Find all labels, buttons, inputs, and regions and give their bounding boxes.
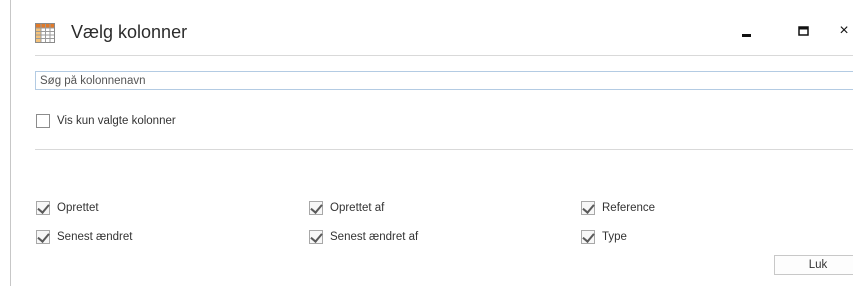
- close-icon: ×: [839, 22, 849, 39]
- close-window-button[interactable]: ×: [835, 22, 853, 40]
- section-divider: [35, 149, 853, 150]
- show-selected-only-toggle[interactable]: Vis kun valgte kolonner: [36, 114, 176, 128]
- column-label: Type: [602, 231, 627, 243]
- column-option-reference[interactable]: Reference: [581, 201, 655, 215]
- minimize-button[interactable]: [738, 22, 756, 40]
- column-label: Senest ændret: [57, 231, 133, 243]
- choose-columns-dialog: Vælg kolonner × Vis kun valgte kolonner …: [10, 0, 853, 286]
- column-option-oprettet-af[interactable]: Oprettet af: [309, 201, 384, 215]
- column-option-senest-aendret-af[interactable]: Senest ændret af: [309, 230, 418, 244]
- table-columns-icon: [35, 23, 55, 43]
- column-option-oprettet[interactable]: Oprettet: [36, 201, 99, 215]
- column-checkbox[interactable]: [581, 201, 595, 215]
- minimize-icon: [742, 34, 751, 37]
- title-divider: [35, 55, 853, 56]
- column-option-type[interactable]: Type: [581, 230, 627, 244]
- column-search-input[interactable]: [35, 71, 853, 90]
- column-option-senest-aendret[interactable]: Senest ændret: [36, 230, 132, 244]
- column-checkbox[interactable]: [36, 201, 50, 215]
- column-checkbox[interactable]: [309, 201, 323, 215]
- maximize-button[interactable]: [795, 22, 813, 40]
- column-checkbox[interactable]: [36, 230, 50, 244]
- close-dialog-button[interactable]: Luk: [774, 255, 853, 275]
- column-checkbox[interactable]: [581, 230, 595, 244]
- column-label: Oprettet: [57, 202, 99, 214]
- show-selected-only-label: Vis kun valgte kolonner: [57, 115, 176, 127]
- column-label: Senest ændret af: [330, 231, 419, 243]
- column-label: Reference: [602, 202, 656, 214]
- show-selected-only-checkbox[interactable]: [36, 114, 50, 128]
- title-bar: Vælg kolonner ×: [11, 0, 853, 56]
- column-label: Oprettet af: [330, 202, 385, 214]
- dialog-title: Vælg kolonner: [71, 22, 188, 42]
- maximize-icon: [798, 26, 809, 36]
- column-checkbox[interactable]: [309, 230, 323, 244]
